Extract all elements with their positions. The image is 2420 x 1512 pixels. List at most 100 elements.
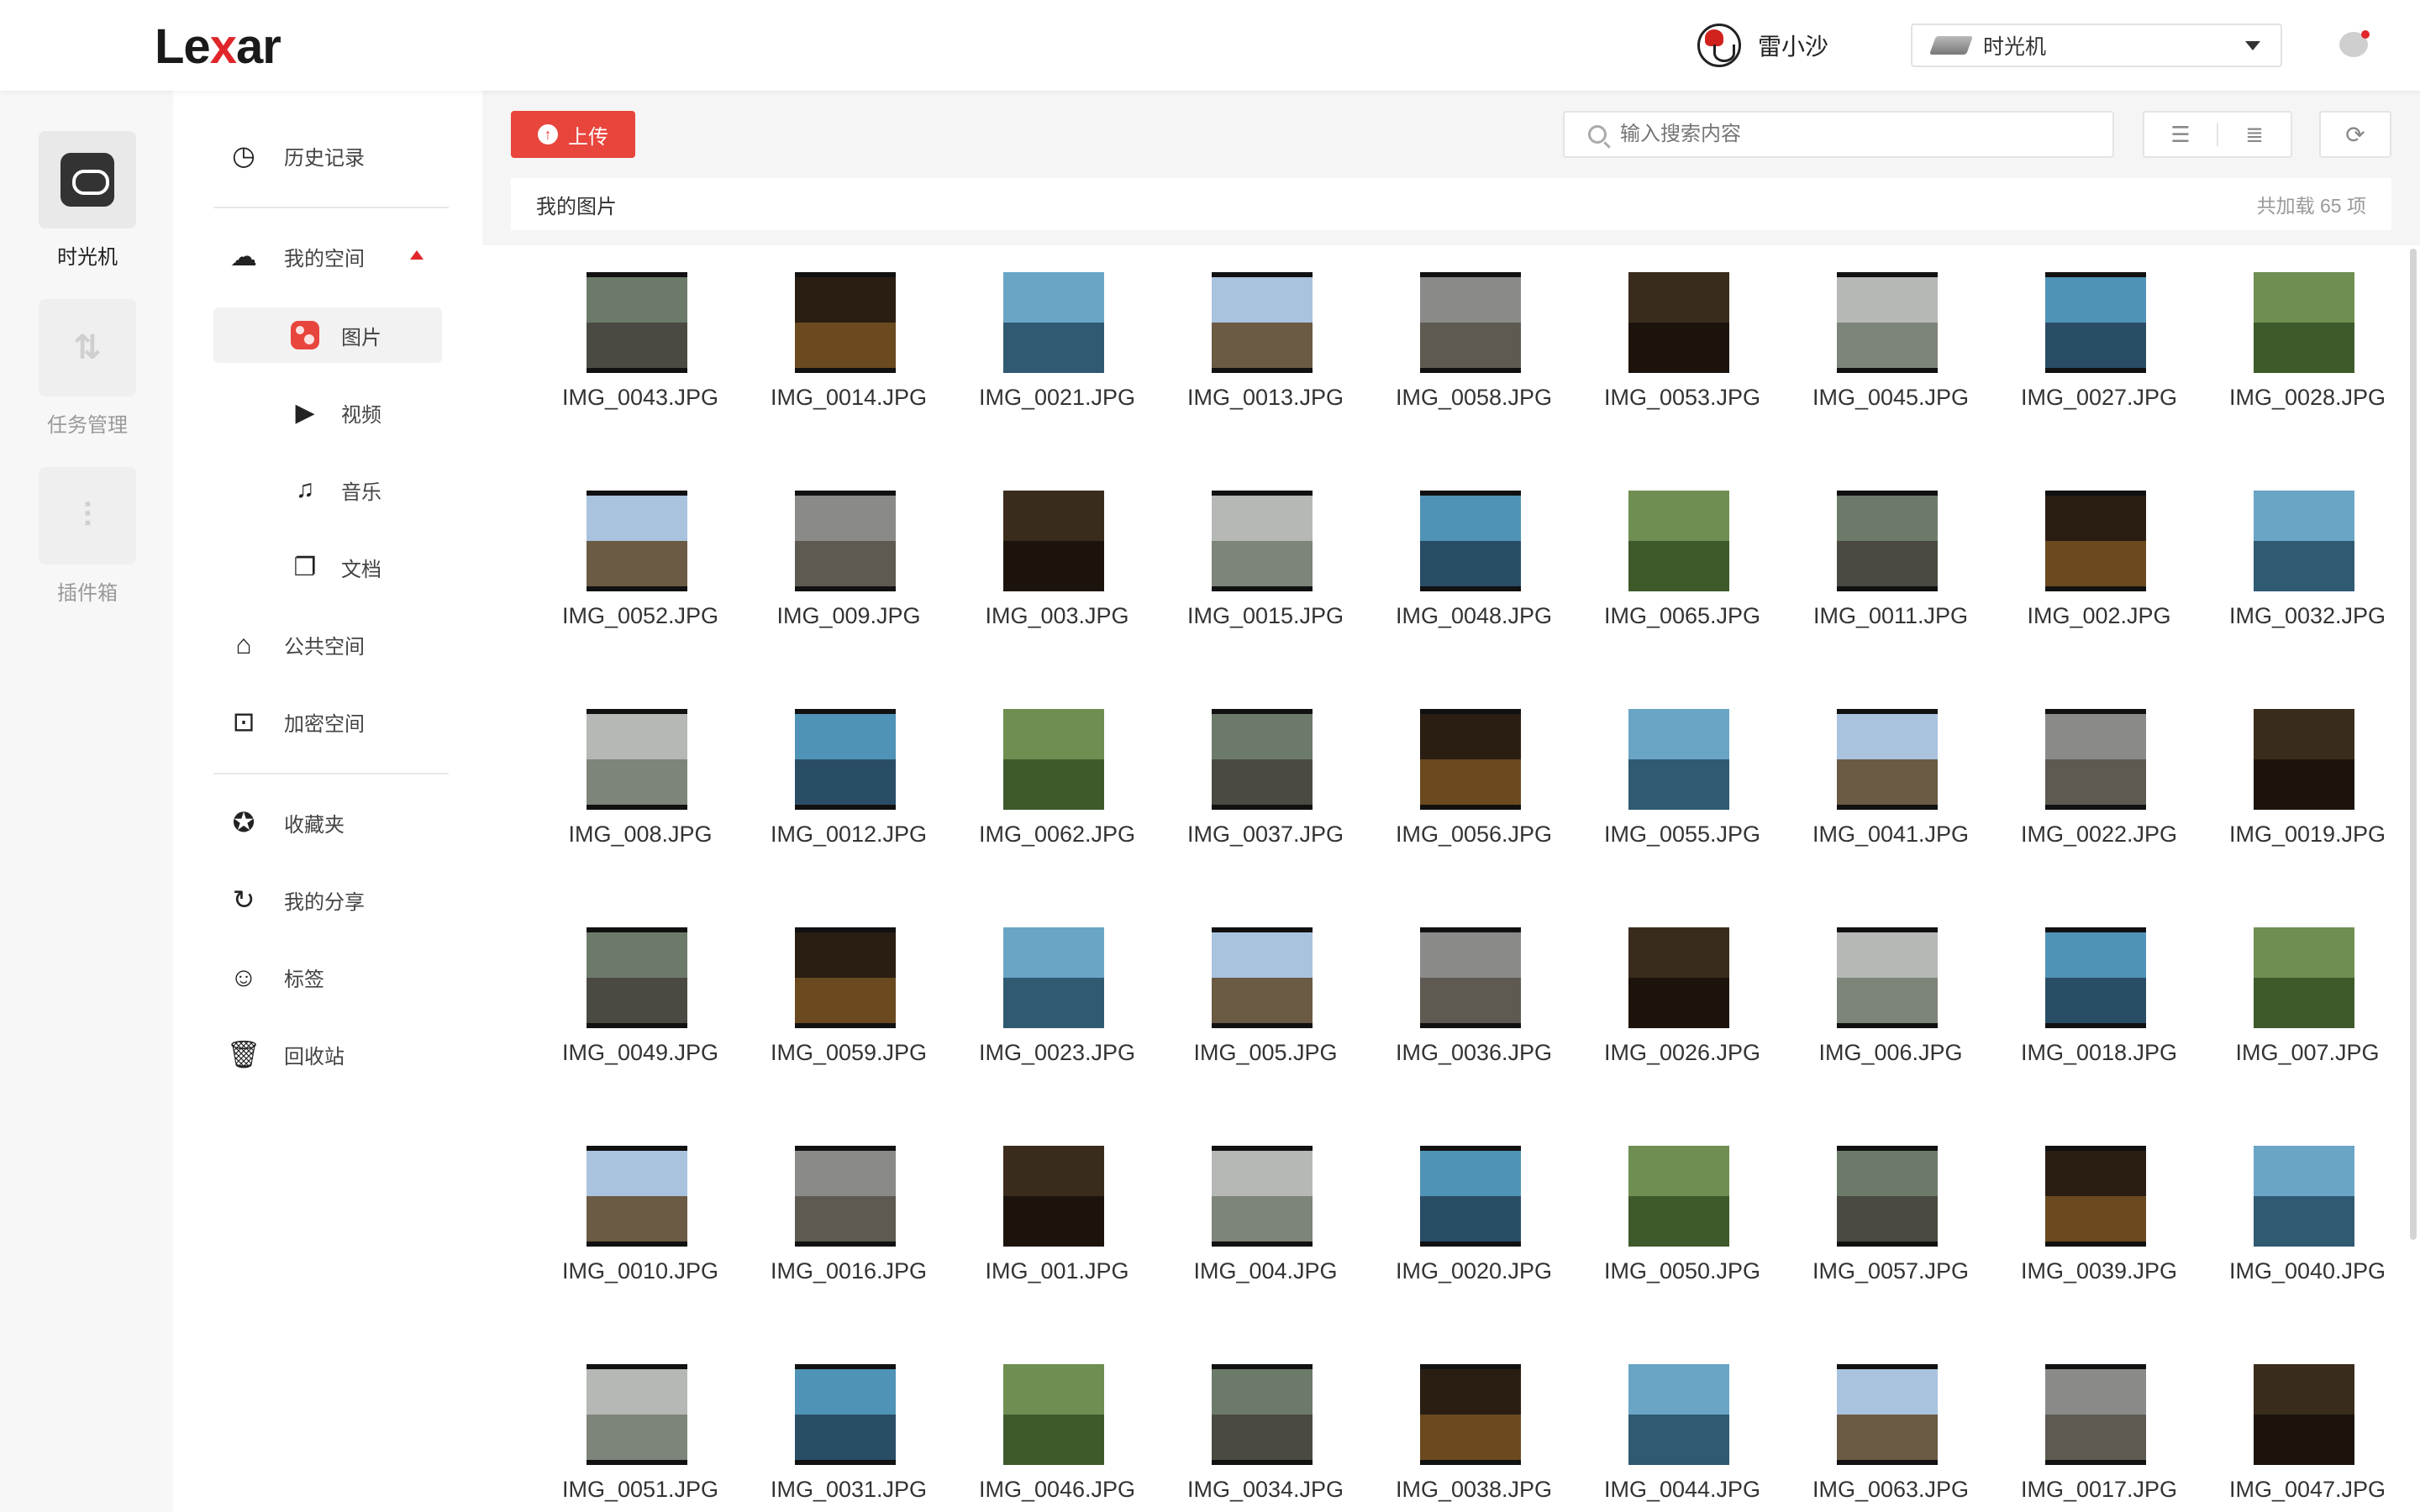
photo-tile[interactable]: IMG_0046.JPG [953,1364,1161,1512]
nav-encrypted-space[interactable]: ⊡ 加密空间 [229,694,365,749]
photo-tile[interactable]: IMG_0057.JPG [1786,1146,1995,1305]
photo-tile[interactable]: IMG_0023.JPG [953,927,1161,1087]
photo-thumbnail[interactable] [1212,1364,1313,1465]
photo-thumbnail[interactable] [587,491,687,591]
photo-thumbnail[interactable] [2254,927,2354,1028]
nav-recycle-bin[interactable]: 🗑 回收站 [227,1026,345,1082]
photo-tile[interactable]: IMG_0044.JPG [1578,1364,1786,1512]
photo-thumbnail[interactable] [1003,1146,1104,1247]
photo-thumbnail[interactable] [1628,709,1729,810]
photo-thumbnail[interactable] [795,927,896,1028]
photo-tile[interactable]: IMG_0052.JPG [536,491,744,650]
photo-thumbnail[interactable] [1628,1364,1729,1465]
photo-thumbnail[interactable] [1837,272,1938,373]
photo-thumbnail[interactable] [2254,1364,2354,1465]
photo-tile[interactable]: IMG_0063.JPG [1786,1364,1995,1512]
photo-tile[interactable]: IMG_0045.JPG [1786,272,1995,432]
photo-tile[interactable]: IMG_0013.JPG [1161,272,1370,432]
photo-thumbnail[interactable] [2045,1146,2146,1247]
photo-tile[interactable]: IMG_0019.JPG [2203,709,2393,869]
list-view-icon[interactable]: ≣ [2218,113,2291,156]
photo-tile[interactable]: IMG_0059.JPG [744,927,953,1087]
photo-tile[interactable]: IMG_0012.JPG [744,709,953,869]
photo-thumbnail[interactable] [1628,272,1729,373]
photo-thumbnail[interactable] [587,709,687,810]
photo-tile[interactable]: IMG_0047.JPG [2203,1364,2393,1512]
search-input[interactable] [1620,123,2091,146]
photo-thumbnail[interactable] [2254,272,2354,373]
photo-thumbnail[interactable] [587,1146,687,1247]
photo-tile[interactable]: IMG_001.JPG [953,1146,1161,1305]
photo-tile[interactable]: IMG_0037.JPG [1161,709,1370,869]
photo-tile[interactable]: IMG_0031.JPG [744,1364,953,1512]
collapse-arrow-icon[interactable] [410,250,424,260]
photo-tile[interactable]: IMG_0010.JPG [536,1146,744,1305]
photo-tile[interactable]: IMG_005.JPG [1161,927,1370,1087]
photo-thumbnail[interactable] [1212,491,1313,591]
photo-thumbnail[interactable] [795,272,896,373]
photo-tile[interactable]: IMG_0050.JPG [1578,1146,1786,1305]
nav-documents[interactable]: ❐ 文档 [213,539,442,595]
message-icon[interactable] [2339,30,2370,57]
photo-thumbnail[interactable] [1212,709,1313,810]
nav-history[interactable]: ◷ 历史记录 [229,128,365,183]
photo-thumbnail[interactable] [2045,491,2146,591]
photo-thumbnail[interactable] [1628,927,1729,1028]
photo-tile[interactable]: IMG_0032.JPG [2203,491,2393,650]
photo-thumbnail[interactable] [1003,272,1104,373]
photo-tile[interactable]: IMG_0028.JPG [2203,272,2393,432]
scrollbar[interactable] [2410,249,2417,1240]
photo-tile[interactable]: IMG_007.JPG [2203,927,2393,1087]
upload-button[interactable]: ↑ 上传 [511,111,635,158]
photo-tile[interactable]: IMG_004.JPG [1161,1146,1370,1305]
photo-thumbnail[interactable] [1212,1146,1313,1247]
photo-thumbnail[interactable] [1837,927,1938,1028]
photo-thumbnail[interactable] [587,927,687,1028]
photo-tile[interactable]: IMG_0016.JPG [744,1146,953,1305]
nav-public-space[interactable]: ⌂ 公共空间 [229,617,365,672]
photo-tile[interactable]: IMG_006.JPG [1786,927,1995,1087]
photo-tile[interactable]: IMG_0021.JPG [953,272,1161,432]
photo-thumbnail[interactable] [2254,491,2354,591]
photo-thumbnail[interactable] [2045,709,2146,810]
photo-tile[interactable]: IMG_003.JPG [953,491,1161,650]
nav-music[interactable]: ♫ 音乐 [213,462,442,517]
photo-tile[interactable]: IMG_008.JPG [536,709,744,869]
photo-thumbnail[interactable] [1837,1364,1938,1465]
photo-tile[interactable]: IMG_002.JPG [1995,491,2203,650]
photo-tile[interactable]: IMG_0049.JPG [536,927,744,1087]
photo-thumbnail[interactable] [1628,1146,1729,1247]
user-avatar[interactable] [1697,24,1741,67]
rail-item-plugins[interactable]: ⫶ 插件箱 [39,467,136,606]
photo-tile[interactable]: IMG_0018.JPG [1995,927,2203,1087]
photo-tile[interactable]: IMG_0055.JPG [1578,709,1786,869]
photo-thumbnail[interactable] [587,272,687,373]
photo-tile[interactable]: IMG_0036.JPG [1370,927,1578,1087]
photo-tile[interactable]: IMG_0058.JPG [1370,272,1578,432]
photo-thumbnail[interactable] [1212,927,1313,1028]
nav-videos[interactable]: ▶ 视频 [213,385,442,440]
photo-thumbnail[interactable] [1420,927,1521,1028]
nav-my-space[interactable]: ☁ 我的空间 [229,228,365,284]
photo-thumbnail[interactable] [795,491,896,591]
photo-tile[interactable]: IMG_0041.JPG [1786,709,1995,869]
rail-item-time-machine[interactable]: 时光机 [39,131,136,270]
photo-tile[interactable]: IMG_0020.JPG [1370,1146,1578,1305]
nav-favorites[interactable]: ✪ 收藏夹 [229,795,345,850]
device-select[interactable]: 时光机 [1911,24,2282,67]
photo-tile[interactable]: IMG_0026.JPG [1578,927,1786,1087]
photo-tile[interactable]: IMG_0039.JPG [1995,1146,2203,1305]
photo-thumbnail[interactable] [2254,1146,2354,1247]
photo-tile[interactable]: IMG_0053.JPG [1578,272,1786,432]
photo-thumbnail[interactable] [1003,927,1104,1028]
photo-tile[interactable]: IMG_0034.JPG [1161,1364,1370,1512]
photo-thumbnail[interactable] [2045,927,2146,1028]
photo-thumbnail[interactable] [1003,709,1104,810]
photo-thumbnail[interactable] [1837,1146,1938,1247]
photo-tile[interactable]: IMG_009.JPG [744,491,953,650]
photo-tile[interactable]: IMG_0065.JPG [1578,491,1786,650]
photo-tile[interactable]: IMG_0038.JPG [1370,1364,1578,1512]
sort-icon[interactable]: ☰ [2144,113,2217,156]
photo-thumbnail[interactable] [1212,272,1313,373]
nav-tags[interactable]: ☺ 标签 [229,949,324,1005]
